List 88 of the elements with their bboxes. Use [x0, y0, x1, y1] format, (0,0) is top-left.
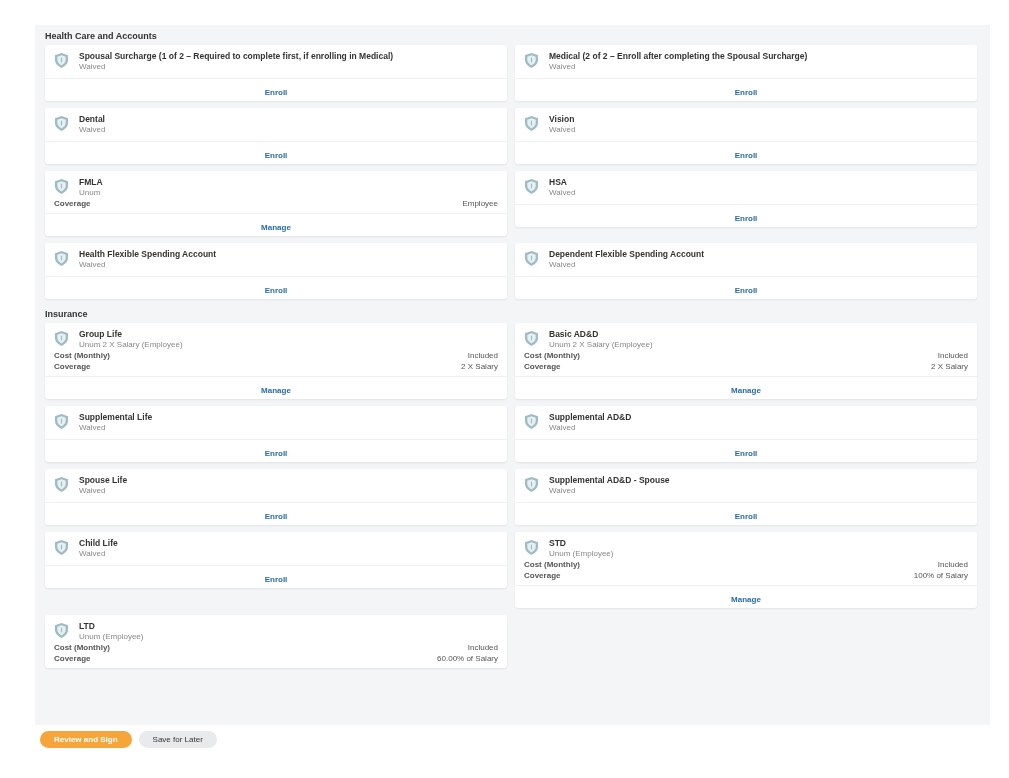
detail-value: Included	[467, 351, 498, 360]
shield-icon	[54, 250, 69, 267]
shield-icon	[524, 413, 539, 430]
shield-icon	[54, 330, 69, 347]
plan-title: Group Life	[79, 329, 123, 339]
card-action-link[interactable]: Enroll	[264, 512, 288, 521]
detail-label: Cost (Monthly)	[54, 351, 110, 360]
shield-icon	[524, 250, 539, 267]
section-heading: Health Care and Accounts	[45, 31, 158, 43]
detail-label: Cost (Monthly)	[524, 560, 580, 569]
plan-title: Health Flexible Spending Account	[79, 249, 217, 259]
detail-value: Included	[467, 643, 498, 652]
card-action-link[interactable]: Enroll	[734, 151, 758, 160]
plan-status: Waived	[549, 62, 576, 71]
card-action-link[interactable]: Enroll	[264, 286, 288, 295]
plan-status: Unum 2 X Salary (Employee)	[549, 340, 653, 349]
card-action-link[interactable]: Manage	[731, 386, 761, 395]
plan-title: Dependent Flexible Spending Account	[549, 249, 705, 259]
plan-title: Supplemental AD&D - Spouse	[549, 475, 670, 485]
shield-icon	[524, 476, 539, 493]
plan-status: Waived	[549, 260, 576, 269]
plan-title: Child Life	[79, 538, 118, 548]
plan-title: Vision	[549, 114, 576, 124]
detail-label: Coverage	[524, 571, 561, 580]
plan-status: Waived	[79, 62, 106, 71]
plan-status: Unum 2 X Salary (Employee)	[79, 340, 183, 349]
detail-label: Coverage	[54, 199, 91, 208]
shield-icon	[524, 52, 539, 69]
detail-value: 2 X Salary	[931, 362, 968, 371]
detail-label: Coverage	[54, 654, 91, 663]
card-action-link[interactable]: Enroll	[264, 151, 288, 160]
plan-status: Waived	[79, 260, 106, 269]
plan-status: Unum (Employee)	[549, 549, 614, 558]
plan-status: Waived	[549, 125, 576, 134]
card-action-link[interactable]: Enroll	[264, 449, 288, 458]
shield-icon	[54, 413, 69, 430]
detail-label: Coverage	[524, 362, 561, 371]
plan-status: Waived	[79, 125, 106, 134]
shield-icon	[524, 115, 539, 132]
shield-icon	[54, 115, 69, 132]
plan-title: FMLA	[79, 177, 103, 187]
plan-title: Spouse Life	[79, 475, 128, 485]
plan-status: Waived	[79, 549, 106, 558]
card-action-link[interactable]: Enroll	[264, 88, 288, 97]
shield-icon	[524, 178, 539, 195]
plan-title: Dental	[79, 114, 106, 124]
card-action-link[interactable]: Enroll	[734, 449, 758, 458]
detail-value: Included	[937, 351, 968, 360]
detail-value: 100% of Salary	[913, 571, 968, 580]
card-action-link[interactable]: Enroll	[734, 214, 758, 223]
shield-icon	[54, 622, 69, 639]
plan-status: Waived	[79, 486, 106, 495]
shield-icon	[54, 476, 69, 493]
plan-status: Unum (Employee)	[79, 632, 144, 641]
card-action-link[interactable]: Enroll	[734, 512, 758, 521]
plan-status: Waived	[549, 188, 576, 197]
section-heading: Insurance	[45, 309, 89, 321]
shield-icon	[54, 52, 69, 69]
plan-title: STD	[549, 538, 567, 548]
save-for-later-button[interactable]: Save for Later	[138, 731, 217, 748]
plan-status: Waived	[549, 486, 576, 495]
card-action-link[interactable]: Enroll	[264, 575, 288, 584]
plan-title: Spousal Surcharge (1 of 2 – Required to complete first, if enrolling in Medical)	[79, 51, 394, 61]
shield-icon	[524, 330, 539, 347]
detail-value: Employee	[462, 199, 498, 208]
shield-icon	[54, 539, 69, 556]
shield-icon	[524, 539, 539, 556]
plan-status: Unum	[79, 188, 101, 197]
plan-status: Waived	[549, 423, 576, 432]
card-action-link[interactable]: Enroll	[734, 88, 758, 97]
detail-value: Included	[937, 560, 968, 569]
plan-title: HSA	[549, 177, 568, 187]
card-action-link[interactable]: Manage	[261, 223, 291, 232]
detail-value: 2 X Salary	[461, 362, 498, 371]
detail-value: 60.00% of Salary	[437, 654, 498, 663]
detail-label: Cost (Monthly)	[524, 351, 580, 360]
plan-status: Waived	[79, 423, 106, 432]
plan-title: LTD	[79, 621, 96, 631]
card-action-link[interactable]: Manage	[261, 386, 291, 395]
card-action-link[interactable]: Manage	[731, 595, 761, 604]
plan-title: Supplemental Life	[79, 412, 153, 422]
shield-icon	[54, 178, 69, 195]
detail-label: Cost (Monthly)	[54, 643, 110, 652]
card-action-link[interactable]: Enroll	[734, 286, 758, 295]
plan-title: Basic AD&D	[549, 329, 600, 339]
detail-label: Coverage	[54, 362, 91, 371]
plan-title: Medical (2 of 2 – Enroll after completing the Spousal Surcharge)	[549, 51, 808, 61]
plan-title: Supplemental AD&D	[549, 412, 632, 422]
